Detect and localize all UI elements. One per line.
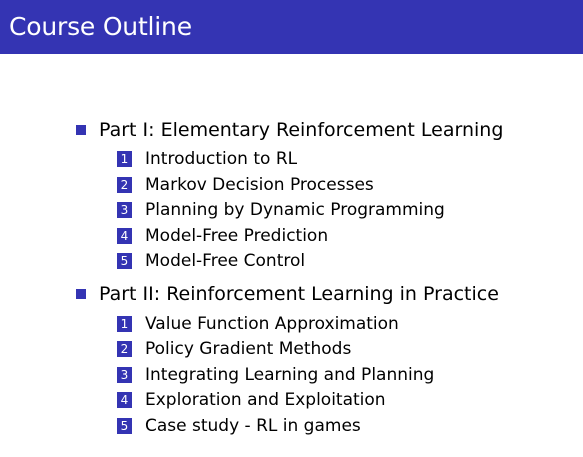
outline-item: 1 Introduction to RL	[117, 148, 297, 170]
item-label: Introduction to RL	[145, 148, 298, 169]
number-badge: 2	[117, 341, 132, 357]
outline-item: 4 Exploration and Exploitation	[117, 389, 386, 411]
outline-item: 4 Model-Free Prediction	[117, 225, 328, 247]
item-label: Markov Decision Processes	[145, 174, 374, 195]
number-badge: 1	[117, 316, 132, 332]
outline-item: 2 Policy Gradient Methods	[117, 338, 351, 360]
outline-part-1: Part I: Elementary Reinforcement Learnin…	[76, 117, 503, 143]
part-label: Part I: Elementary Reinforcement Learnin…	[99, 118, 504, 141]
number-badge: 3	[117, 202, 132, 218]
outline-item: 2 Markov Decision Processes	[117, 174, 374, 196]
outline-part-2: Part II: Reinforcement Learning in Pract…	[76, 281, 499, 307]
item-label: Model-Free Control	[145, 250, 306, 271]
item-label: Model-Free Prediction	[145, 225, 329, 246]
outline-item: 3 Integrating Learning and Planning	[117, 364, 434, 386]
item-label: Exploration and Exploitation	[145, 389, 386, 410]
number-badge: 4	[117, 392, 132, 408]
square-bullet-icon	[76, 289, 86, 299]
course-outline: Part I: Elementary Reinforcement Learnin…	[0, 0, 583, 457]
item-label: Integrating Learning and Planning	[145, 364, 435, 385]
outline-item: 3 Planning by Dynamic Programming	[117, 199, 445, 221]
outline-item: 5 Case study - RL in games	[117, 415, 361, 437]
number-badge: 5	[117, 253, 132, 269]
number-badge: 1	[117, 151, 132, 167]
square-bullet-icon	[76, 125, 86, 135]
item-label: Planning by Dynamic Programming	[145, 199, 445, 220]
item-label: Policy Gradient Methods	[145, 338, 352, 359]
number-badge: 4	[117, 228, 132, 244]
number-badge: 5	[117, 418, 132, 434]
outline-item: 5 Model-Free Control	[117, 250, 305, 272]
number-badge: 3	[117, 367, 132, 383]
number-badge: 2	[117, 177, 132, 193]
item-label: Case study - RL in games	[145, 415, 361, 436]
part-label: Part II: Reinforcement Learning in Pract…	[99, 282, 499, 305]
item-label: Value Function Approximation	[145, 313, 399, 334]
outline-item: 1 Value Function Approximation	[117, 313, 399, 335]
